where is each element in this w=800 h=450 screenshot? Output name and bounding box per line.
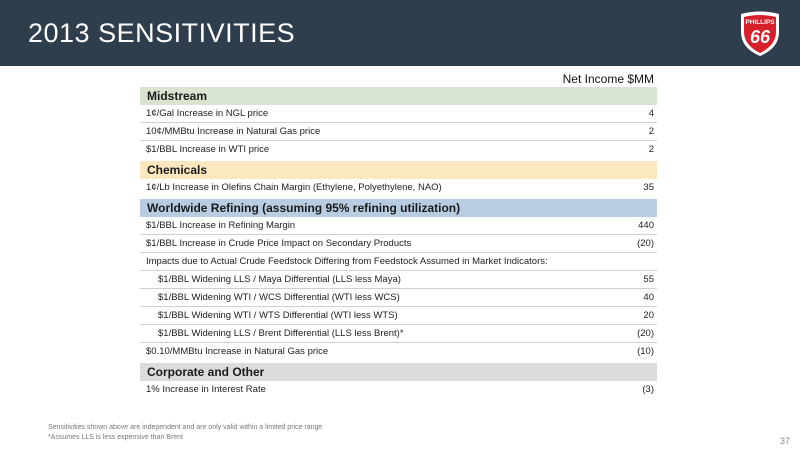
row-value: 20 bbox=[643, 310, 654, 321]
phillips-66-logo-icon: PHILLIPS 66 bbox=[741, 11, 779, 56]
table-row: $1/BBL Increase in WTI price 2 bbox=[140, 141, 657, 158]
table-row: 1% Increase in Interest Rate (3) bbox=[140, 381, 657, 398]
table-row: $1/BBL Increase in Refining Margin 440 bbox=[140, 217, 657, 235]
svg-text:PHILLIPS: PHILLIPS bbox=[745, 19, 775, 26]
table-row: Impacts due to Actual Crude Feedstock Di… bbox=[140, 253, 657, 271]
row-label: 1¢/Lb Increase in Olefins Chain Margin (… bbox=[146, 182, 442, 193]
row-label: 10¢/MMBtu Increase in Natural Gas price bbox=[146, 126, 321, 137]
row-value: 55 bbox=[643, 274, 654, 285]
row-value: 35 bbox=[643, 182, 654, 193]
slide-header: 2013 SENSITIVITIES PHILLIPS 66 bbox=[0, 0, 800, 66]
row-value: (3) bbox=[642, 384, 654, 395]
slide-title: 2013 SENSITIVITIES bbox=[28, 18, 296, 48]
row-label: $1/BBL Increase in WTI price bbox=[146, 144, 270, 155]
table-row: $1/BBL Widening WTI / WTS Differential (… bbox=[140, 307, 657, 325]
row-value: 40 bbox=[643, 292, 654, 303]
row-label: $1/BBL Increase in Refining Margin bbox=[146, 220, 296, 231]
sensitivities-table: Net Income $MM Midstream 1¢/Gal Increase … bbox=[140, 72, 657, 398]
table-row: $0.10/MMBtu Increase in Natural Gas pric… bbox=[140, 343, 657, 360]
section-header: Chemicals bbox=[140, 161, 657, 179]
row-label: $1/BBL Widening WTI / WTS Differential (… bbox=[158, 310, 398, 321]
row-value: (20) bbox=[637, 328, 654, 339]
row-label: Impacts due to Actual Crude Feedstock Di… bbox=[146, 256, 548, 267]
row-value: 2 bbox=[648, 126, 654, 137]
table-row: 1¢/Lb Increase in Olefins Chain Margin (… bbox=[140, 179, 657, 196]
table-row: 10¢/MMBtu Increase in Natural Gas price 2 bbox=[140, 123, 657, 141]
row-label: 1¢/Gal Increase in NGL price bbox=[146, 108, 269, 119]
table-row: $1/BBL Widening LLS / Maya Differential … bbox=[140, 271, 657, 289]
row-value: 2 bbox=[648, 144, 654, 155]
footnote-1: Sensitivities shown above are independen… bbox=[48, 424, 323, 431]
row-label: $1/BBL Increase in Crude Price Impact on… bbox=[146, 238, 412, 249]
row-value: 440 bbox=[638, 220, 654, 231]
footnote-2: *Assumes LLS is less expensive than Bren… bbox=[48, 434, 184, 441]
row-value: (20) bbox=[637, 238, 654, 249]
row-label: $1/BBL Widening WTI / WCS Differential (… bbox=[158, 292, 400, 303]
row-value: 4 bbox=[648, 108, 654, 119]
section-header: Midstream bbox=[140, 87, 657, 105]
row-label: 1% Increase in Interest Rate bbox=[146, 384, 266, 395]
section-header: Worldwide Refining (assuming 95% refinin… bbox=[140, 199, 657, 217]
row-label: $1/BBL Widening LLS / Maya Differential … bbox=[158, 274, 401, 285]
column-header: Net Income $MM bbox=[562, 72, 654, 86]
page-number: 37 bbox=[779, 436, 790, 446]
row-label: $1/BBL Widening LLS / Brent Differential… bbox=[158, 328, 404, 339]
table-row: $1/BBL Widening LLS / Brent Differential… bbox=[140, 325, 657, 343]
table-row: $1/BBL Increase in Crude Price Impact on… bbox=[140, 235, 657, 253]
svg-text:66: 66 bbox=[750, 27, 771, 47]
section-header: Corporate and Other bbox=[140, 363, 657, 381]
table-row: 1¢/Gal Increase in NGL price 4 bbox=[140, 105, 657, 123]
table-row: $1/BBL Widening WTI / WCS Differential (… bbox=[140, 289, 657, 307]
row-label: $0.10/MMBtu Increase in Natural Gas pric… bbox=[146, 346, 329, 357]
row-value: (10) bbox=[637, 346, 654, 357]
